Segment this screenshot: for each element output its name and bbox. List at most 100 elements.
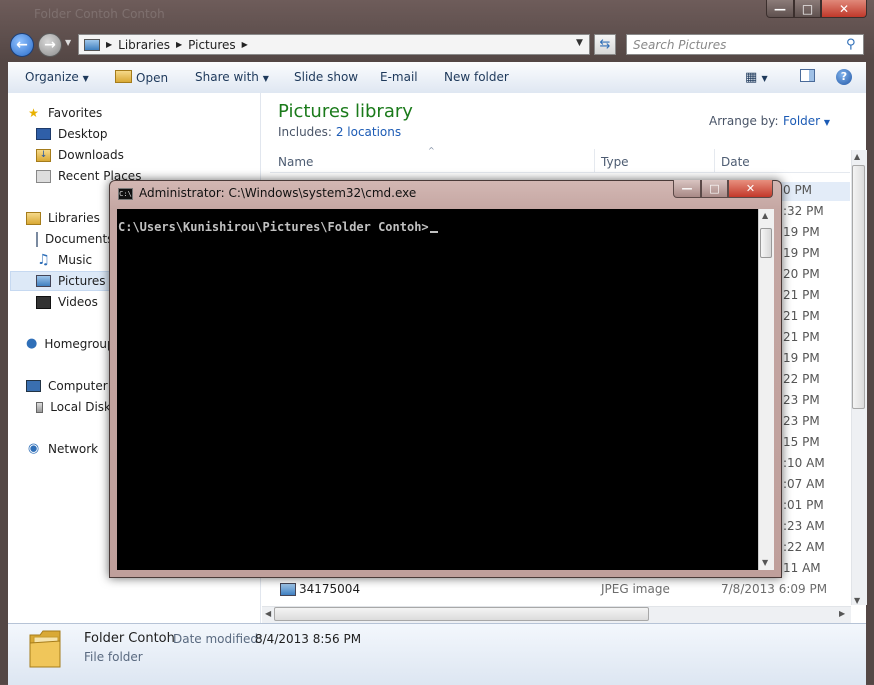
console-area[interactable] bbox=[117, 209, 758, 570]
refresh-button[interactable]: ⇆ bbox=[594, 34, 616, 55]
cmd-maximize-button[interactable]: □ bbox=[701, 180, 728, 198]
open-button[interactable]: Open bbox=[115, 70, 168, 85]
file-date-fragment: 22 PM bbox=[783, 372, 820, 386]
folder-icon bbox=[29, 630, 61, 668]
file-date-fragment: 15 PM bbox=[783, 435, 820, 449]
nav-homegroup[interactable]: ● Homegroup bbox=[26, 335, 110, 353]
view-options-button[interactable]: ▦ ▼ bbox=[745, 70, 768, 85]
nav-videos[interactable]: Videos bbox=[36, 293, 98, 311]
cmd-minimize-button[interactable]: — bbox=[673, 180, 701, 198]
nav-libraries[interactable]: Libraries bbox=[26, 209, 100, 227]
nav-music[interactable]: ♫ Music bbox=[36, 251, 92, 269]
scroll-up-icon[interactable]: ▲ bbox=[854, 152, 860, 161]
library-includes: Includes: 2 locations bbox=[278, 125, 402, 139]
scroll-down-icon[interactable]: ▼ bbox=[854, 596, 860, 605]
column-type[interactable]: Type bbox=[601, 155, 629, 169]
nav-computer[interactable]: Computer bbox=[26, 377, 108, 395]
file-name[interactable]: 34175004 bbox=[299, 582, 360, 596]
chevron-down-icon: ▼ bbox=[823, 118, 831, 127]
file-date-fragment: 21 PM bbox=[783, 288, 820, 302]
cmd-vertical-scrollbar[interactable] bbox=[758, 209, 774, 570]
cmd-scroll-thumb[interactable] bbox=[760, 228, 772, 258]
scroll-right-icon[interactable]: ▶ bbox=[839, 609, 845, 618]
column-divider[interactable] bbox=[714, 149, 715, 172]
address-bar[interactable]: ▶ Libraries ▶ Pictures ▶ bbox=[78, 34, 590, 55]
column-date[interactable]: Date bbox=[721, 155, 750, 169]
chevron-down-icon: ▼ bbox=[761, 74, 768, 83]
command-prompt-line[interactable]: C:\Users\Kunishirou\Pictures\Folder Cont… bbox=[118, 220, 438, 234]
file-date-fragment: 23 PM bbox=[783, 393, 820, 407]
file-date-fragment: 20 PM bbox=[783, 267, 820, 281]
slide-show-button[interactable]: Slide show bbox=[294, 70, 358, 84]
column-divider[interactable] bbox=[594, 149, 595, 172]
nav-desktop[interactable]: Desktop bbox=[36, 125, 108, 143]
share-with-button[interactable]: Share with ▼ bbox=[195, 70, 269, 84]
file-date-fragment: :22 AM bbox=[783, 540, 825, 554]
file-date-fragment: 21 PM bbox=[783, 330, 820, 344]
scroll-left-icon[interactable]: ◀ bbox=[265, 609, 271, 618]
documents-icon bbox=[36, 231, 38, 247]
file-date-fragment: 0 PM bbox=[783, 183, 813, 197]
local-disk-icon bbox=[36, 401, 44, 413]
sort-ascending-icon: ^ bbox=[428, 146, 435, 155]
breadcrumb-libraries[interactable]: Libraries bbox=[118, 38, 170, 52]
address-dropdown-button[interactable]: ▼ bbox=[576, 38, 583, 48]
file-date-fragment: :32 PM bbox=[783, 204, 824, 218]
maximize-button[interactable]: □ bbox=[794, 0, 821, 18]
close-button[interactable]: ✕ bbox=[821, 0, 867, 18]
file-date-fragment: 11 AM bbox=[783, 561, 821, 575]
homegroup-icon: ● bbox=[26, 336, 38, 351]
arrange-by-label: Arrange by: bbox=[709, 114, 779, 128]
cmd-close-button[interactable]: ✕ bbox=[728, 180, 773, 198]
breadcrumb-separator-icon: ▶ bbox=[106, 40, 113, 49]
recent-pages-dropdown[interactable]: ▼ bbox=[65, 38, 71, 47]
details-kind: File folder bbox=[84, 650, 143, 664]
videos-icon bbox=[36, 295, 51, 309]
view-icon: ▦ bbox=[745, 70, 758, 85]
email-button[interactable]: E-mail bbox=[380, 70, 418, 84]
column-name[interactable]: Name bbox=[278, 155, 313, 169]
details-modified-value: 8/4/2013 8:56 PM bbox=[255, 632, 362, 646]
nav-local-disk[interactable]: Local Disk bbox=[36, 398, 111, 416]
cmd-scroll-down-icon[interactable]: ▼ bbox=[762, 558, 768, 567]
forward-button[interactable]: → bbox=[38, 33, 62, 57]
cmd-scroll-up-icon[interactable]: ▲ bbox=[762, 211, 768, 220]
back-arrow-icon: ← bbox=[16, 37, 28, 53]
nav-favorites[interactable]: ★ Favorites bbox=[26, 104, 102, 122]
locations-link[interactable]: 2 locations bbox=[336, 125, 401, 139]
folder-open-icon bbox=[115, 70, 132, 83]
preview-pane-button[interactable] bbox=[800, 69, 815, 82]
nav-documents[interactable]: Documents bbox=[36, 230, 111, 248]
help-button[interactable]: ? bbox=[836, 69, 852, 85]
nav-network[interactable]: ◉ Network bbox=[26, 440, 98, 458]
text-cursor bbox=[429, 231, 438, 233]
horizontal-scroll-thumb[interactable] bbox=[274, 607, 649, 621]
refresh-icon: ⇆ bbox=[599, 37, 611, 52]
new-folder-button[interactable]: New folder bbox=[444, 70, 509, 84]
file-date-fragment: :01 PM bbox=[783, 498, 824, 512]
breadcrumb-separator-icon: ▶ bbox=[241, 40, 248, 49]
vertical-scroll-thumb[interactable] bbox=[852, 165, 865, 409]
nav-pictures[interactable]: Pictures bbox=[36, 272, 106, 290]
computer-icon bbox=[26, 380, 41, 392]
cmd-app-icon[interactable]: C:\ bbox=[118, 188, 133, 200]
minimize-button[interactable]: — bbox=[766, 0, 794, 18]
library-title: Pictures library bbox=[278, 101, 413, 122]
forward-arrow-icon: → bbox=[44, 37, 56, 53]
file-type: JPEG image bbox=[601, 582, 670, 596]
cmd-title: Administrator: C:\Windows\system32\cmd.e… bbox=[139, 186, 417, 200]
organize-button[interactable]: Organize ▼ bbox=[25, 70, 89, 84]
nav-downloads[interactable]: ↓ Downloads bbox=[36, 146, 124, 164]
file-date-fragment: :23 AM bbox=[783, 519, 825, 533]
file-date-fragment: 19 PM bbox=[783, 351, 820, 365]
search-icon[interactable]: ⚲ bbox=[846, 37, 856, 52]
pictures-library-icon bbox=[84, 38, 100, 51]
search-input[interactable]: Search Pictures bbox=[626, 34, 864, 55]
file-date-fragment: 21 PM bbox=[783, 309, 820, 323]
arrange-by-dropdown[interactable]: Folder ▼ bbox=[783, 114, 830, 128]
file-date-fragment: 19 PM bbox=[783, 225, 820, 239]
column-header-row bbox=[270, 148, 850, 173]
back-button[interactable]: ← bbox=[10, 33, 34, 57]
chevron-down-icon: ▼ bbox=[262, 74, 269, 83]
breadcrumb-pictures[interactable]: Pictures bbox=[188, 38, 236, 52]
